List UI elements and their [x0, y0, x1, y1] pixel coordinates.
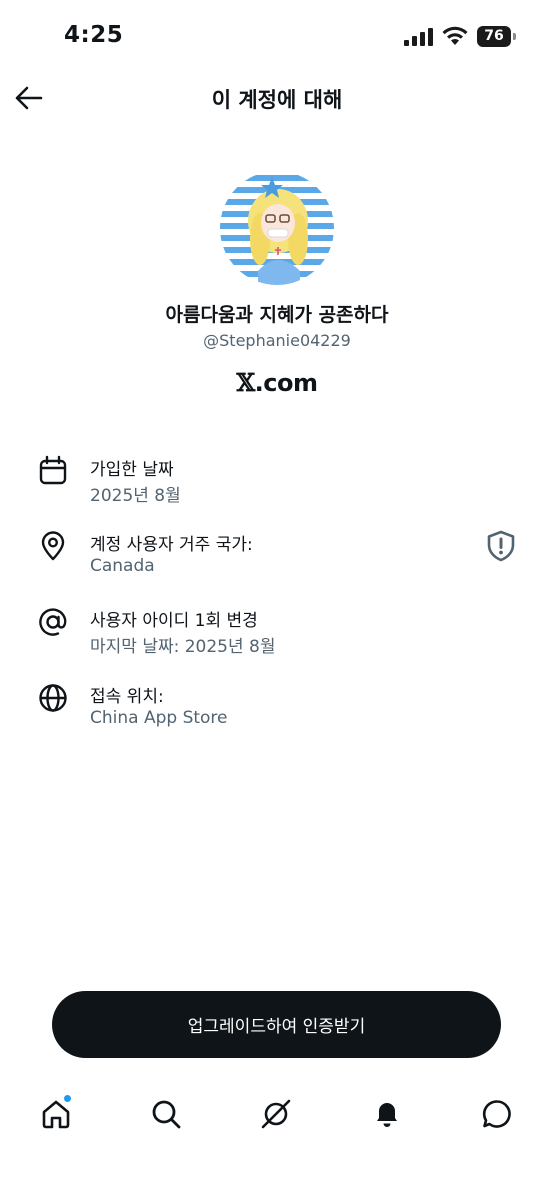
upgrade-verify-button[interactable]: 업그레이드하여 인증받기 [52, 991, 501, 1058]
shield-exclamation-icon[interactable] [486, 530, 516, 562]
calendar-icon [39, 455, 67, 485]
tab-grok[interactable] [256, 1094, 296, 1134]
info-item-joined: 가입한 날짜 2025년 8월 [0, 455, 554, 525]
bottom-tab-bar [0, 1080, 554, 1150]
info-item-country: 계정 사용자 거주 국가: Canada [0, 530, 554, 600]
wifi-icon [442, 26, 468, 45]
search-icon [152, 1100, 181, 1129]
info-value: 2025년 8월 [90, 486, 181, 506]
tab-notifications[interactable] [367, 1094, 407, 1134]
info-title: 계정 사용자 거주 국가: [90, 535, 253, 555]
tab-messages[interactable] [477, 1094, 517, 1134]
notifications-icon [377, 1103, 397, 1127]
info-value: China App Store [90, 708, 228, 728]
location-pin-icon [41, 531, 65, 561]
x-com-brand: 𝕏.com [0, 368, 554, 397]
info-title: 가입한 날짜 [90, 460, 174, 480]
info-value: Canada [90, 556, 155, 576]
at-sign-icon [39, 608, 67, 636]
info-value: 마지막 날짜: 2025년 8월 [90, 637, 276, 657]
messages-icon [482, 1100, 511, 1128]
status-time: 4:25 [64, 22, 124, 48]
page-title: 이 계정에 대해 [211, 88, 343, 112]
user-handle: @Stephanie04229 [203, 331, 351, 350]
avatar-illustration [220, 171, 334, 285]
x-logo: 𝕏 [236, 368, 256, 397]
globe-icon [39, 684, 67, 712]
info-title: 접속 위치: [90, 687, 164, 707]
info-title: 사용자 아이디 1회 변경 [90, 611, 258, 631]
battery-level: 76 [484, 28, 504, 44]
header: 이 계정에 대해 [0, 74, 554, 124]
status-bar: 4:25 76 [0, 0, 554, 74]
notification-dot [63, 1094, 72, 1103]
grok-icon [261, 1099, 291, 1129]
info-item-connected-via: 접속 위치: China App Store [0, 682, 554, 752]
display-name: 아름다움과 지혜가 공존하다 [165, 304, 389, 326]
battery-indicator: 76 [477, 26, 517, 47]
avatar[interactable] [220, 171, 334, 285]
brand-suffix: .com [254, 369, 318, 397]
tab-home[interactable] [36, 1094, 76, 1134]
cellular-signal-icon [404, 28, 433, 46]
battery-tip [513, 33, 516, 40]
tab-search[interactable] [146, 1094, 186, 1134]
info-item-username-change: 사용자 아이디 1회 변경 마지막 날짜: 2025년 8월 [0, 606, 554, 676]
